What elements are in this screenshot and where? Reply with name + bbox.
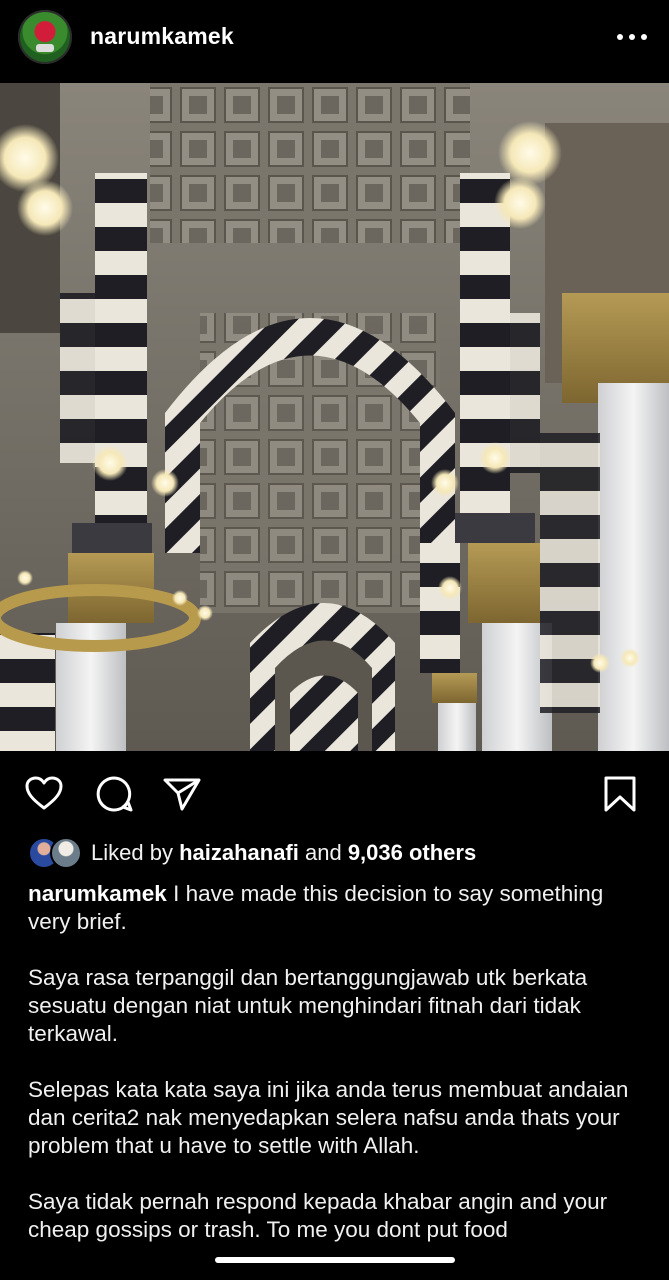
likes-prefix: Liked by [91,840,180,865]
caption-lead: narumkamek I have made this decision to … [28,880,643,936]
liker-username[interactable]: haizahanafi [179,840,299,865]
post-caption: narumkamek I have made this decision to … [28,880,643,1272]
caption-paragraph: Saya tidak pernah respond kepada khabar … [28,1189,608,1242]
home-indicator[interactable] [215,1257,455,1263]
post-header: narumkamek [0,0,669,80]
profile-avatar[interactable] [18,10,72,64]
caption-paragraph: Selepas kata kata saya ini jika anda ter… [28,1077,629,1158]
likes-text[interactable]: Liked by haizahanafi and 9,036 others [91,840,476,866]
avatar [50,837,82,869]
post-username[interactable]: narumkamek [90,23,234,50]
liker-avatars [28,836,84,869]
caption-paragraph: Saya rasa terpanggil dan bertanggungjawa… [28,965,588,1046]
post-actions [0,760,669,830]
mosque-interior-photo [0,83,669,751]
post-image[interactable] [0,83,669,751]
paper-plane-icon[interactable] [162,774,202,814]
likes-middle: and [298,840,348,865]
likes-summary[interactable]: Liked by haizahanafi and 9,036 others [28,836,648,870]
caption-username[interactable]: narumkamek [28,881,167,906]
heart-icon[interactable] [24,774,64,814]
likes-count[interactable]: 9,036 others [348,840,476,865]
comment-icon[interactable] [94,774,134,814]
more-options-icon[interactable] [617,28,647,46]
bookmark-icon[interactable] [600,774,640,814]
